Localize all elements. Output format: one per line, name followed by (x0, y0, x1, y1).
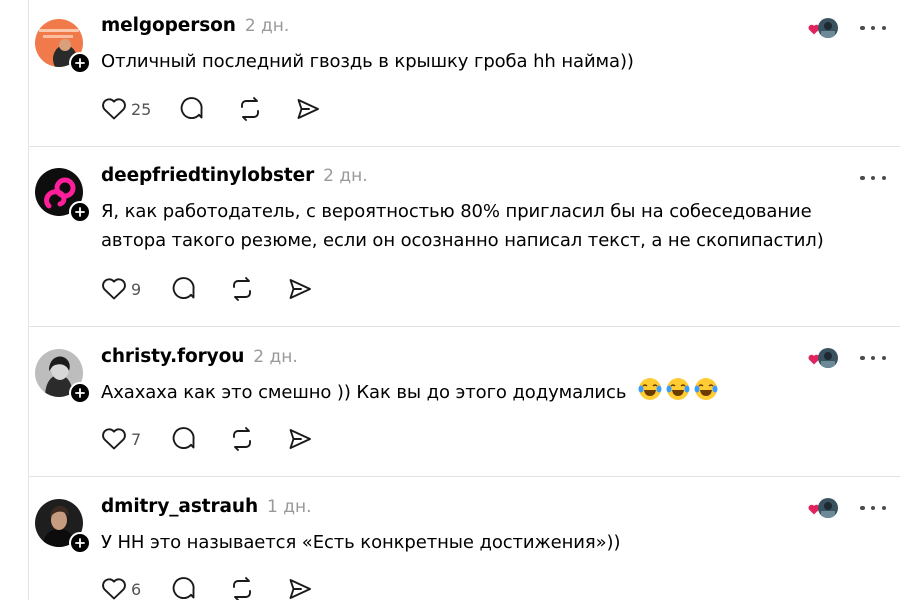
repost-arrows-icon (233, 577, 252, 600)
like-button[interactable]: 6 (101, 576, 141, 600)
repost-button[interactable] (229, 576, 255, 600)
speech-bubble-icon (172, 277, 195, 300)
speech-bubble-icon (172, 577, 195, 600)
post-text: Я, как работодатель, с вероятностью 80% … (101, 201, 824, 251)
post-text: У НН это называется «Есть конкретные дос… (101, 532, 621, 553)
timestamp[interactable]: 2 дн. (245, 16, 290, 36)
send-arrow-icon (289, 579, 312, 599)
repost-button[interactable] (237, 96, 263, 122)
more-options-button[interactable] (860, 501, 886, 515)
send-arrow-icon (297, 99, 320, 119)
follow-button[interactable] (69, 382, 91, 404)
post-actions: 6 (101, 576, 313, 600)
repost-button[interactable] (229, 426, 255, 452)
share-button[interactable] (295, 96, 321, 122)
follow-button[interactable] (69, 52, 91, 74)
repost-arrows-icon (241, 97, 260, 121)
like-count: 25 (131, 99, 152, 119)
post-header: christy.foryou 2 дн. (101, 346, 298, 367)
liked-by-follower[interactable] (808, 18, 838, 40)
post-actions: 25 (101, 96, 321, 122)
avatar-wrap[interactable] (35, 349, 91, 404)
follower-avatar (818, 498, 838, 518)
heart-outline-icon (102, 578, 126, 600)
post-actions: 7 (101, 426, 313, 452)
tears-of-joy-emoji (694, 378, 718, 400)
reply-button[interactable] (171, 276, 197, 302)
plus-icon (75, 207, 85, 217)
tears-of-joy-emoji (666, 378, 690, 400)
emoji-group (638, 377, 718, 401)
username[interactable]: christy.foryou (101, 346, 244, 367)
like-button[interactable]: 7 (101, 426, 141, 452)
post-header: melgoperson 2 дн. (101, 15, 289, 36)
follower-avatar (818, 348, 838, 368)
heart-outline-icon (102, 278, 126, 300)
post-text-body: Ахахаха как это смешно )) Как вы до этог… (101, 382, 627, 403)
share-button[interactable] (287, 576, 313, 600)
plus-icon (75, 538, 85, 548)
timestamp[interactable]: 2 дн. (253, 347, 298, 367)
like-count: 9 (131, 279, 142, 299)
plus-icon (75, 58, 85, 68)
post-header: deepfriedtinylobster 2 дн. (101, 165, 368, 186)
post-text: Ахахаха как это смешно )) Как вы до этог… (101, 377, 872, 407)
reply-button[interactable] (179, 96, 205, 122)
reply-button[interactable] (171, 426, 197, 452)
more-options-button[interactable] (860, 171, 886, 185)
share-button[interactable] (287, 426, 313, 452)
username[interactable]: dmitry_astrauh (101, 496, 258, 517)
avatar-wrap[interactable] (35, 19, 91, 74)
post-actions: 9 (101, 276, 313, 302)
like-count: 6 (131, 579, 142, 599)
liked-by-follower[interactable] (808, 348, 838, 370)
send-arrow-icon (289, 429, 312, 449)
follower-avatar (818, 18, 838, 38)
tears-of-joy-emoji (638, 378, 662, 400)
feed: melgoperson 2 дн. Отличный последний гво… (0, 0, 900, 600)
like-button[interactable]: 9 (101, 276, 141, 302)
repost-button[interactable] (229, 276, 255, 302)
repost-arrows-icon (233, 427, 252, 451)
liked-by-follower[interactable] (808, 498, 838, 520)
plus-icon (75, 388, 85, 398)
share-button[interactable] (287, 276, 313, 302)
follow-button[interactable] (69, 201, 91, 223)
post-text: Отличный последний гвоздь в крышку гроба… (101, 51, 634, 72)
timestamp[interactable]: 1 дн. (267, 497, 312, 517)
repost-arrows-icon (233, 277, 252, 301)
post-header: dmitry_astrauh 1 дн. (101, 496, 312, 517)
more-options-button[interactable] (860, 351, 886, 365)
send-arrow-icon (289, 279, 312, 299)
heart-outline-icon (102, 98, 126, 120)
speech-bubble-icon (172, 427, 195, 450)
like-count: 7 (131, 429, 142, 449)
timestamp[interactable]: 2 дн. (323, 166, 368, 186)
username[interactable]: melgoperson (101, 15, 236, 36)
like-button[interactable]: 25 (101, 96, 151, 122)
follow-button[interactable] (69, 532, 91, 554)
avatar-wrap[interactable] (35, 499, 91, 554)
reply-button[interactable] (171, 576, 197, 600)
heart-outline-icon (102, 428, 126, 450)
avatar-wrap[interactable] (35, 168, 91, 223)
more-options-button[interactable] (860, 21, 886, 35)
username[interactable]: deepfriedtinylobster (101, 165, 314, 186)
speech-bubble-icon (181, 97, 203, 120)
